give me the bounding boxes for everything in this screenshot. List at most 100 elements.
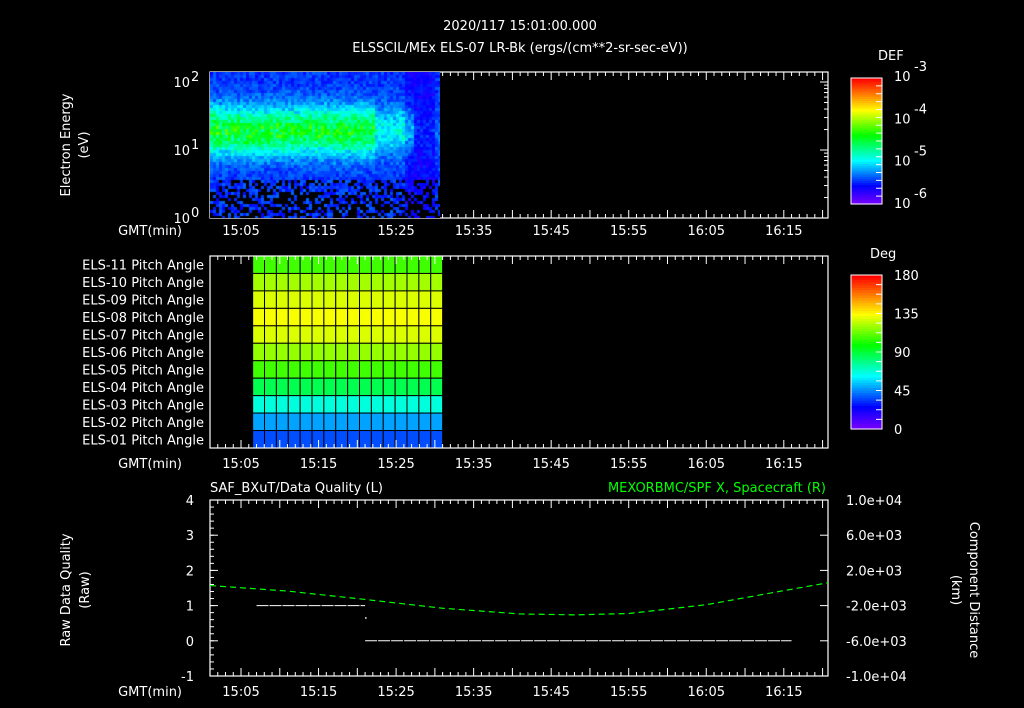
- pitch-cell: [430, 395, 444, 414]
- pitch-cell: [252, 395, 266, 414]
- pitch-time-tick-label: 16:15: [765, 457, 802, 472]
- pitch-cell: [287, 412, 301, 432]
- pitch-cell: [275, 342, 289, 362]
- quality-right-tick-label: -1.0e+04: [846, 670, 907, 685]
- pitch-cell: [347, 360, 361, 379]
- pitch-cell: [406, 255, 420, 274]
- pitch-cell: [430, 412, 444, 432]
- pitch-cell: [370, 307, 384, 327]
- quality-time-tick-label: 15:15: [300, 685, 337, 700]
- pitch-cell: [252, 290, 266, 309]
- pitch-time-tick-label: 15:35: [455, 457, 492, 472]
- pitch-cell: [252, 360, 266, 379]
- pitch-cell: [406, 325, 420, 344]
- pitch-cell: [370, 342, 384, 362]
- pitch-cell: [406, 430, 420, 449]
- pitch-time-tick-label: 15:45: [532, 457, 569, 472]
- energy-ylabel-2: (eV): [77, 131, 92, 158]
- pitch-cell: [287, 255, 301, 274]
- pitch-cell: [382, 412, 396, 432]
- pitch-cell: [299, 412, 313, 432]
- pitch-cell: [287, 395, 301, 414]
- pitch-cell: [370, 272, 384, 292]
- energy-time-label: GMT(min): [118, 224, 182, 239]
- pitch-cell: [299, 290, 313, 309]
- pitch-cell: [335, 412, 349, 432]
- pitch-cell: [347, 395, 361, 414]
- pitch-row-label: ELS-07 Pitch Angle: [82, 329, 204, 344]
- energy-time-tick-label: 15:05: [222, 224, 259, 239]
- pitch-cell: [252, 325, 266, 344]
- quality-title-right: MEXORBMC/SPF X, Spacecraft (R): [608, 481, 826, 496]
- pitch-cell: [299, 272, 313, 292]
- pitch-cell: [418, 307, 432, 327]
- pitch-time-tick-label: 15:55: [610, 457, 647, 472]
- pitch-cell: [418, 430, 432, 449]
- energy-time-tick-label: 15:25: [377, 224, 414, 239]
- quality-ylabel-2: (Raw): [78, 571, 93, 609]
- pitch-cell: [430, 255, 444, 274]
- pitch-cell: [264, 255, 277, 274]
- pitch-cell: [287, 325, 301, 344]
- pitch-cell: [311, 360, 325, 379]
- pitch-cell: [359, 377, 372, 397]
- energy-ylabel-1: Electron Energy: [59, 93, 74, 196]
- pitch-cell: [406, 342, 420, 362]
- quality-time-tick-label: 15:25: [377, 685, 414, 700]
- pitch-row-label: ELS-11 Pitch Angle: [82, 259, 204, 274]
- pitch-cell: [299, 342, 313, 362]
- pitch-cell: [347, 325, 361, 344]
- pitch-cell: [264, 377, 277, 397]
- quality-ylabel-right-1: Component Distance: [966, 522, 981, 658]
- pitch-cell: [347, 377, 361, 397]
- pitch-cell: [252, 255, 266, 274]
- pitch-row-label: ELS-06 Pitch Angle: [82, 346, 204, 361]
- pitch-cell: [359, 290, 372, 309]
- pitch-cell: [323, 360, 337, 379]
- def-colorbar-label: 10: [894, 197, 911, 212]
- pitch-time-tick-label: 15:25: [377, 457, 414, 472]
- quality-left-tick-label: 0: [186, 635, 194, 650]
- energy-time-tick-label: 16:05: [688, 224, 725, 239]
- pitch-row-label: ELS-02 Pitch Angle: [82, 416, 204, 431]
- pitch-cell: [406, 272, 420, 292]
- pitch-cell: [418, 395, 432, 414]
- pitch-cell: [370, 377, 384, 397]
- pitch-cell: [335, 290, 349, 309]
- pitch-cell: [406, 377, 420, 397]
- pitch-cell: [347, 307, 361, 327]
- pitch-cell: [406, 290, 420, 309]
- pitch-row-label: ELS-08 Pitch Angle: [82, 311, 204, 326]
- pitch-row-label: ELS-03 Pitch Angle: [82, 398, 204, 413]
- pitch-cell: [264, 342, 277, 362]
- pitch-cell: [382, 325, 396, 344]
- pitch-cell: [264, 360, 277, 379]
- pitch-cell: [264, 430, 277, 449]
- pitch-cell: [323, 342, 337, 362]
- quality-time-tick-label: 15:55: [610, 685, 647, 700]
- pitch-cell: [382, 360, 396, 379]
- energy-ytick-label: 10: [173, 144, 190, 159]
- pitch-row-label: ELS-09 Pitch Angle: [82, 294, 204, 309]
- pitch-cell: [275, 325, 289, 344]
- pitch-cell: [418, 342, 432, 362]
- pitch-cell: [382, 430, 396, 449]
- pitch-cell: [311, 395, 325, 414]
- quality-left-tick-label: -1: [181, 670, 194, 685]
- pitch-cell: [299, 307, 313, 327]
- pitch-cell: [323, 272, 337, 292]
- pitch-cell: [311, 412, 325, 432]
- quality-right-tick-label: -6.0e+03: [846, 635, 907, 650]
- pitch-cell: [430, 325, 444, 344]
- pitch-cell: [370, 360, 384, 379]
- deg-colorbar-label: 0: [894, 423, 902, 438]
- energy-ytick-exp: 2: [191, 70, 199, 85]
- quality-point: [365, 617, 367, 619]
- pitch-cell: [347, 290, 361, 309]
- pitch-cell: [264, 290, 277, 309]
- pitch-cell: [311, 290, 325, 309]
- pitch-cell: [311, 255, 325, 274]
- pitch-cell: [394, 325, 408, 344]
- deg-colorbar-title: Deg: [870, 247, 896, 262]
- quality-panel: SAF_BXuT/Data Quality (L) MEXORBMC/SPF X…: [59, 481, 981, 658]
